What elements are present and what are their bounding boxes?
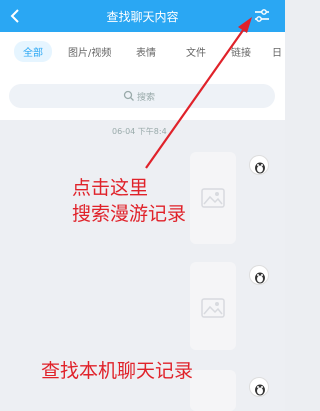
tab-links[interactable]: 链接	[231, 44, 251, 59]
penguin-avatar-icon	[255, 272, 265, 284]
message-timestamp: 06-04 下午8:4	[112, 127, 167, 136]
penguin-avatar-icon	[255, 162, 265, 174]
title-bar: 查找聊天内容	[0, 0, 285, 32]
page-title: 查找聊天内容	[106, 10, 179, 24]
search-input[interactable]: 搜索	[9, 84, 275, 108]
avatar[interactable]	[249, 377, 269, 397]
annotation-local-search: 查找本机聊天记录	[41, 360, 194, 382]
penguin-avatar-icon	[255, 384, 265, 396]
image-message[interactable]	[190, 370, 236, 411]
search-area: 搜索	[0, 72, 285, 120]
annotation-line: 点击这里	[72, 177, 149, 199]
tab-images-videos[interactable]: 图片/视频	[68, 44, 111, 59]
image-message[interactable]	[190, 152, 236, 244]
sliders-icon[interactable]	[253, 7, 271, 25]
annotation-line: 搜索漫游记录	[72, 203, 187, 225]
image-placeholder-icon	[201, 298, 225, 318]
tab-all[interactable]: 全部	[14, 41, 52, 62]
image-placeholder-icon	[201, 188, 225, 208]
avatar[interactable]	[249, 155, 269, 175]
avatar[interactable]	[249, 265, 269, 285]
tab-date[interactable]: 日	[272, 44, 282, 59]
search-placeholder: 搜索	[137, 93, 156, 103]
image-message[interactable]	[190, 262, 236, 350]
annotation-search-roaming: 点击这里 搜索漫游记录	[72, 175, 186, 227]
tab-stickers[interactable]: 表情	[136, 44, 156, 59]
tab-files[interactable]: 文件	[186, 44, 206, 59]
search-icon	[123, 90, 134, 101]
category-tabs: 全部 图片/视频 表情 文件 链接 日	[0, 32, 285, 72]
